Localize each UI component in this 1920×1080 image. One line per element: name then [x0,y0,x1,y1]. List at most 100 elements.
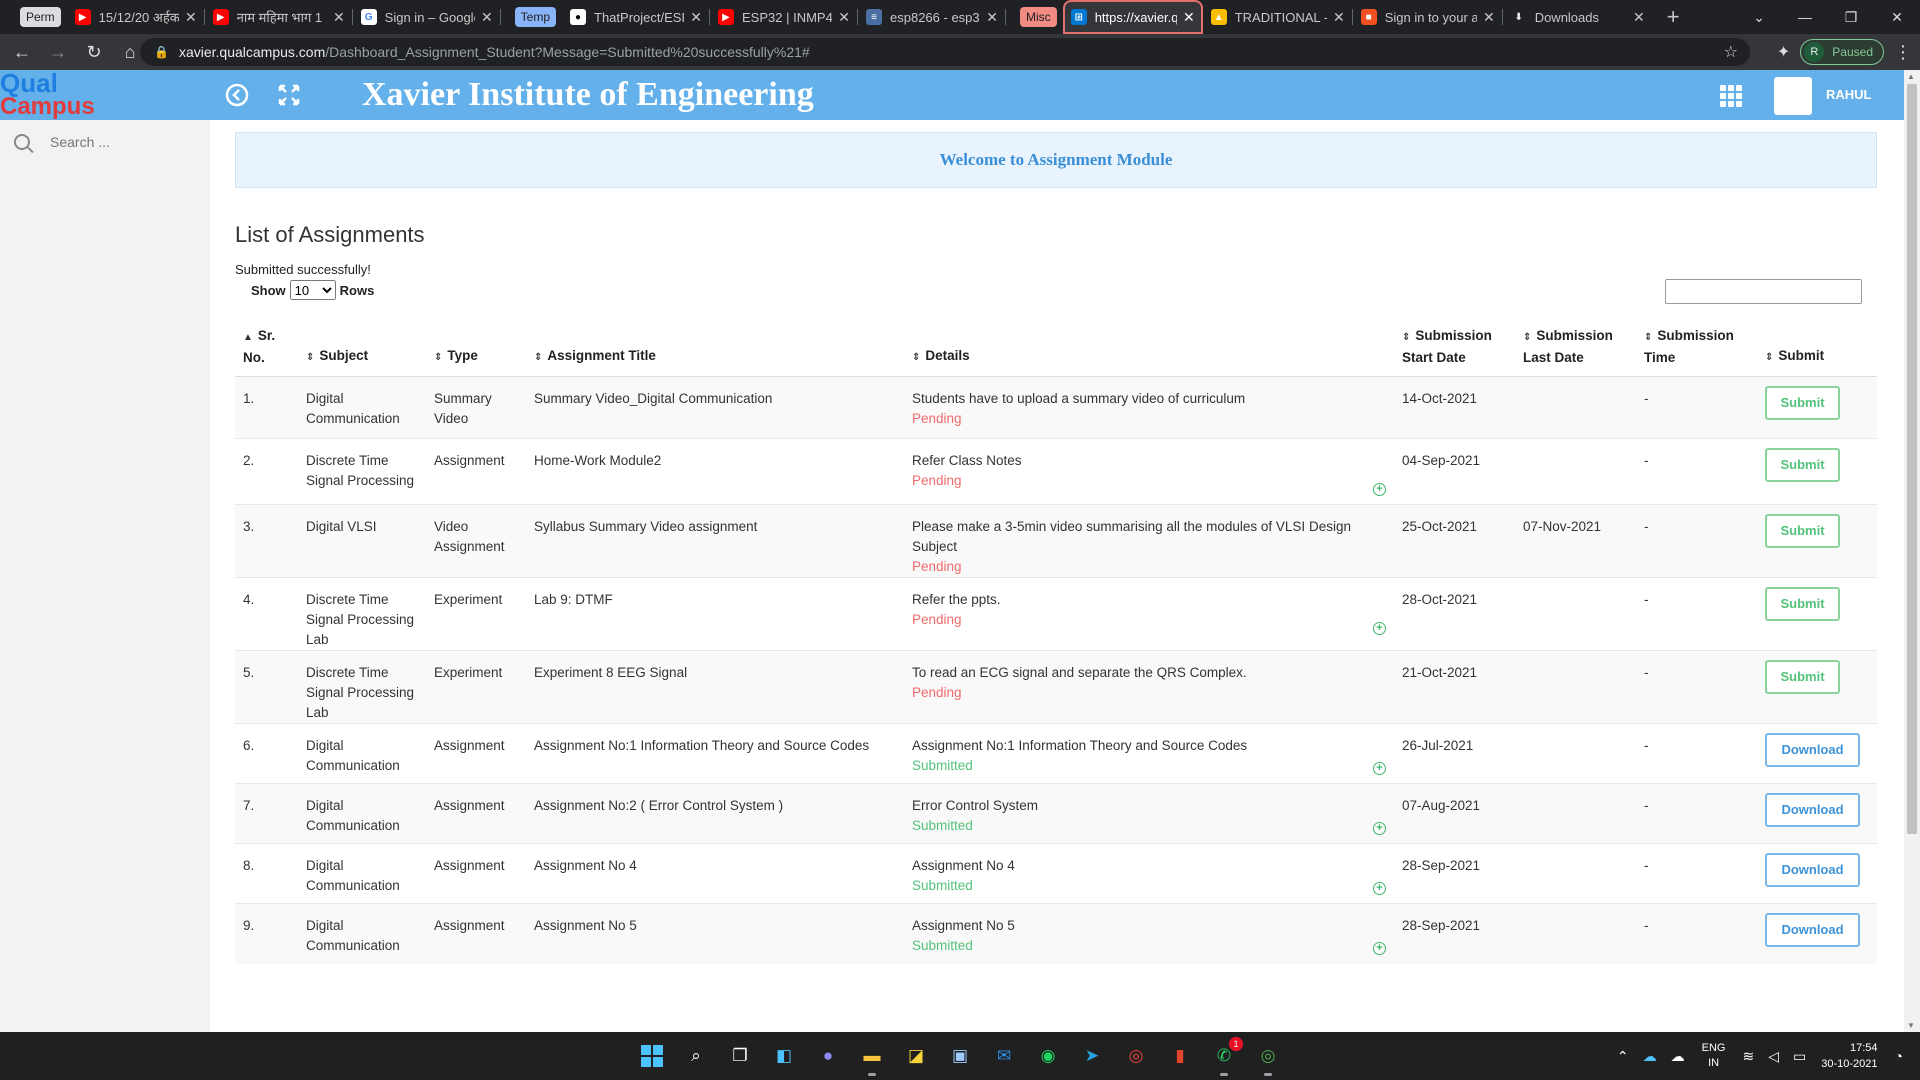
volume-icon[interactable]: ◁ [1768,1048,1779,1065]
expand-plus-icon[interactable]: + [1373,822,1386,835]
cloud-icon[interactable]: ☁ [1671,1048,1685,1065]
minimize-icon[interactable]: — [1782,9,1828,25]
chrome-icon[interactable]: ◎ [1120,1040,1152,1072]
profile-button[interactable]: R Paused [1800,39,1884,65]
lock-icon[interactable]: 🔒 [154,45,169,59]
submit-button[interactable]: Submit [1765,386,1840,420]
scrollbar-thumb[interactable] [1907,84,1917,834]
browser-tab[interactable]: ⬇ Downloads ✕ [1503,0,1653,34]
close-tab-icon[interactable]: ✕ [986,9,998,26]
address-bar[interactable]: 🔒 xavier.qualcampus.com/Dashboard_Assign… [140,38,1750,66]
col-header-sr[interactable]: ▲ Sr. No. [235,320,298,377]
submit-button[interactable]: Submit [1765,660,1840,694]
mail-icon[interactable]: ✉ [988,1040,1020,1072]
download-button[interactable]: Download [1765,733,1860,767]
browser-tab[interactable]: ▶ ESP32 | INMP44 ✕ [710,0,859,34]
apps-grid-icon[interactable] [1720,85,1742,107]
store-icon[interactable]: ▣ [944,1040,976,1072]
teams-chat-icon[interactable]: ● [812,1040,844,1072]
search-input[interactable] [50,134,190,150]
close-tab-icon[interactable]: ✕ [1333,9,1345,26]
browser-tab[interactable]: ≡ esp8266 - esp32 ✕ [858,0,1007,34]
expand-plus-icon[interactable]: + [1373,483,1386,496]
user-name[interactable]: RAHUL [1826,87,1872,102]
cell-details: Refer the ppts. Pending + [904,577,1394,651]
whatsapp-icon[interactable]: ✆ 1 [1208,1037,1243,1076]
col-header-time[interactable]: ⇕ Submission Time [1636,320,1757,377]
browser-tab[interactable]: ▶ 15/12/20 अर्हकारि ✕ [67,0,205,34]
download-button[interactable]: Download [1765,793,1860,827]
qualcampus-logo[interactable]: Qual Campus [0,70,110,120]
chevron-up-icon[interactable]: ⌃ [1617,1048,1629,1065]
close-tab-icon[interactable]: ✕ [1633,9,1645,26]
back-icon[interactable]: ← [8,38,36,66]
scroll-down-icon[interactable]: ▼ [1907,1021,1915,1030]
notifications-icon[interactable]: ◔ [1895,1048,1903,1064]
start-icon[interactable] [636,1040,668,1072]
forward-icon[interactable]: → [44,38,72,66]
sidebar-toggle-icon[interactable] [224,82,250,108]
submit-button[interactable]: Submit [1765,514,1840,548]
avatar[interactable] [1774,77,1812,115]
chrome-profile-icon[interactable]: ◎ [1252,1040,1284,1076]
col-header-subject[interactable]: ⇕ Subject [298,320,426,377]
scroll-up-icon[interactable]: ▲ [1907,72,1915,81]
download-button[interactable]: Download [1765,913,1860,947]
submit-button[interactable]: Submit [1765,448,1840,482]
expand-plus-icon[interactable]: + [1373,622,1386,635]
col-header-last-date[interactable]: ⇕ Submission Last Date [1515,320,1636,377]
col-header-submit[interactable]: ⇕ Submit [1757,320,1877,377]
clock[interactable]: 17:54 30-10-2021 [1821,1040,1877,1072]
browser-tab[interactable]: ■ Sign in to your a ✕ [1353,0,1503,34]
battery-icon[interactable]: ▭ [1793,1048,1806,1065]
reload-icon[interactable]: ↻ [80,38,108,66]
tab-search-icon[interactable]: ⌄ [1736,9,1782,26]
rows-select[interactable]: 10 [289,280,336,300]
expand-plus-icon[interactable]: + [1373,882,1386,895]
browser-menu-icon[interactable]: ⋮ [1894,42,1912,63]
sticky-notes-icon[interactable]: ◪ [900,1040,932,1072]
col-header-type[interactable]: ⇕ Type [426,320,526,377]
restore-icon[interactable]: ❐ [1828,9,1874,26]
browser-tab[interactable]: G Sign in – Google ✕ [353,0,501,34]
close-tab-icon[interactable]: ✕ [1183,9,1195,26]
cell-action: Download [1757,903,1877,964]
col-header-title[interactable]: ⇕ Assignment Title [526,320,904,377]
submit-button[interactable]: Submit [1765,587,1840,621]
download-button[interactable]: Download [1765,853,1860,887]
telegram-icon[interactable]: ➤ [1076,1040,1108,1072]
close-window-icon[interactable]: ✕ [1874,9,1920,26]
office-icon[interactable]: ▮ [1164,1040,1196,1072]
browser-tab[interactable]: ▶ नाम महिमा भाग 1 ✕ [205,0,353,34]
browser-tab[interactable]: ● ThatProject/ESP ✕ [562,0,711,34]
new-tab-icon[interactable]: + [1667,4,1680,30]
col-header-start-date[interactable]: ⇕ Submission Start Date [1394,320,1515,377]
close-tab-icon[interactable]: ✕ [838,9,850,26]
tab-group-perm[interactable]: Perm [20,7,61,27]
task-view-icon[interactable]: ❐ [724,1040,756,1072]
expand-plus-icon[interactable]: + [1373,762,1386,775]
close-tab-icon[interactable]: ✕ [185,9,197,26]
spotify-icon[interactable]: ◉ [1032,1040,1064,1072]
language-indicator[interactable]: ENG IN [1702,1041,1726,1071]
onedrive-icon[interactable]: ☁ [1643,1048,1657,1065]
close-tab-icon[interactable]: ✕ [333,9,345,26]
bookmark-star-icon[interactable]: ☆ [1724,42,1738,62]
wifi-icon[interactable]: ≋ [1743,1048,1755,1065]
search-icon[interactable]: ⌕ [680,1040,712,1072]
close-tab-icon[interactable]: ✕ [1483,9,1495,26]
extensions-icon[interactable]: ✦ [1777,42,1790,62]
tab-group-temp[interactable]: Temp [514,7,557,27]
close-tab-icon[interactable]: ✕ [481,9,493,26]
fullscreen-icon[interactable] [276,82,302,108]
browser-tab[interactable]: ▲ TRADITIONAL - ✕ [1203,0,1353,34]
tab-group-misc[interactable]: Misc [1020,7,1057,27]
table-search-input[interactable] [1665,279,1862,304]
page-scrollbar[interactable]: ▲ ▼ [1904,70,1920,1032]
browser-tab-active[interactable]: ⊞ https://xavier.qu ✕ [1062,0,1203,34]
expand-plus-icon[interactable]: + [1373,942,1386,955]
widgets-icon[interactable]: ◧ [768,1040,800,1072]
col-header-details[interactable]: ⇕ Details [904,320,1394,377]
file-explorer-icon[interactable]: ▬ [856,1040,888,1076]
close-tab-icon[interactable]: ✕ [690,9,702,26]
